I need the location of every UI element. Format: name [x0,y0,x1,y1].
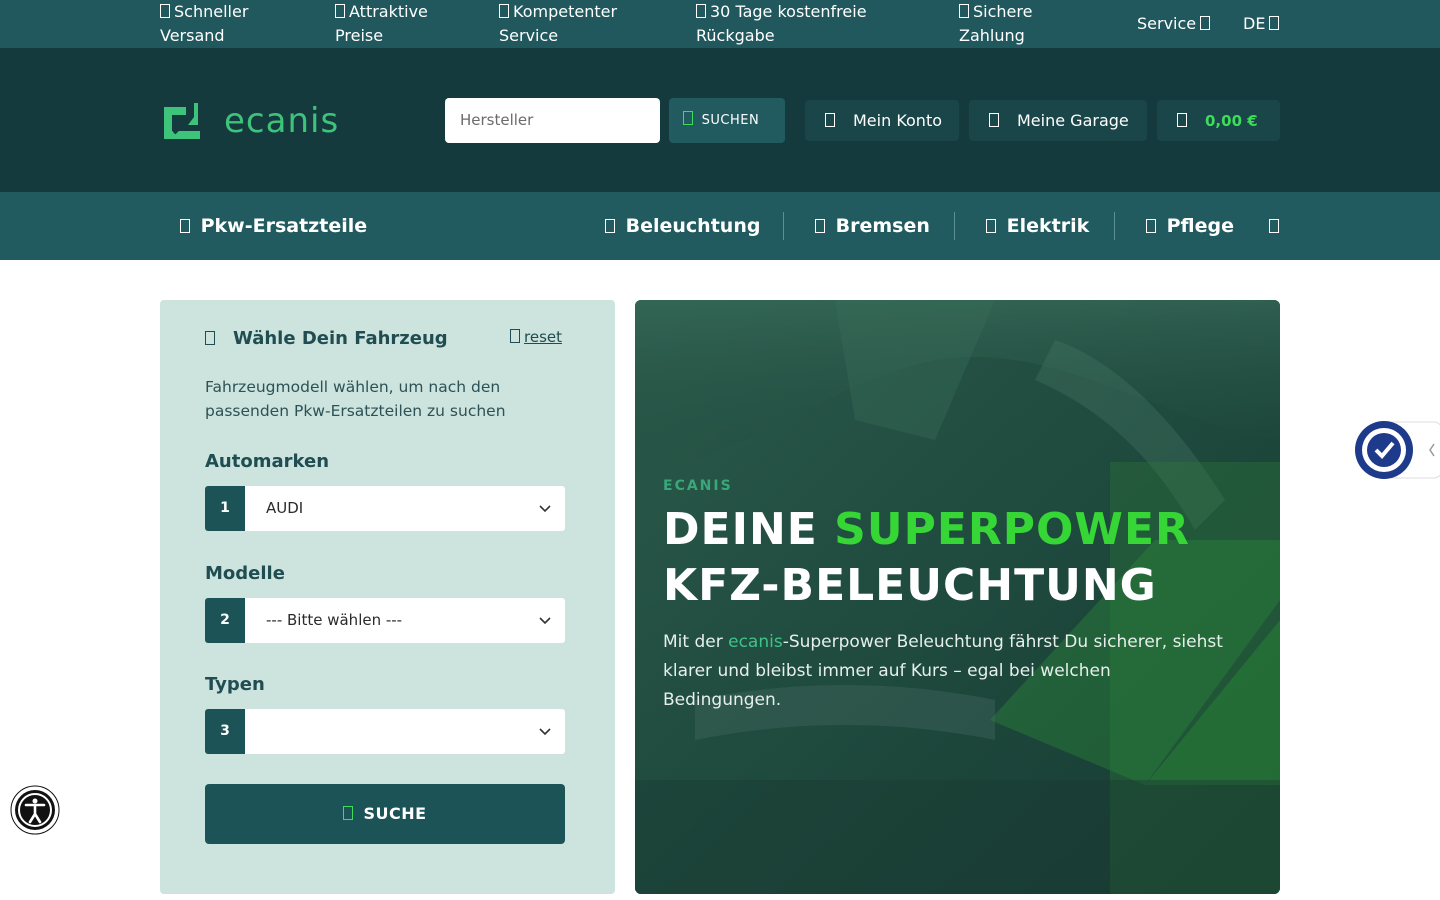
chevron-right-icon [1269,219,1279,233]
logo[interactable]: ecanis [160,101,370,141]
vehicle-selector-title: Wähle Dein Fahrzeug [205,326,448,352]
nav-divider [1114,212,1115,240]
hero-eyebrow: ECANIS [663,478,733,494]
hero-headline-accent: SUPERPOWER [834,504,1190,555]
search-button[interactable]: SUCHEN [669,98,785,143]
account-button[interactable]: Mein Konto [805,100,959,141]
step-number: 1 [205,486,245,531]
type-select[interactable]: 3 [205,709,565,754]
chevron-down-icon [1200,16,1211,30]
field-label-typen: Typen [205,674,265,695]
reset-link[interactable]: reset [510,326,562,348]
logo-wordmark: ecanis [224,101,340,141]
nav-item-bremsen[interactable]: Bremsen [815,192,930,260]
battery-icon [986,219,996,233]
cart-button[interactable]: 0,00 € [1157,100,1280,141]
brand-select[interactable]: 1 AUDI [205,486,565,531]
nav-item-elektrik[interactable]: Elektrik [986,192,1089,260]
car-icon [989,113,999,127]
step-number: 2 [205,598,245,643]
field-label-automarken: Automarken [205,451,330,472]
return-icon [696,4,706,18]
model-select[interactable]: 2 --- Bitte wählen --- [205,598,565,643]
vehicle-search-button[interactable]: SUCHE [205,784,565,844]
chevron-down-icon [539,617,551,625]
garage-button[interactable]: Meine Garage [969,100,1147,141]
search-input[interactable]: Hersteller [445,98,660,143]
search-icon [683,111,693,125]
headset-icon [499,4,509,18]
reset-icon [510,329,520,343]
tag-icon [335,4,345,18]
car-icon [205,331,215,345]
cart-icon [1177,113,1187,127]
menu-icon [180,219,190,233]
search-icon [343,806,354,820]
model-select-value: --- Bitte wählen --- [266,611,403,629]
usp-item: Sichere Zahlung [959,2,1033,45]
category-nav: Pkw-Ersatzteile Beleuchtung Bremsen Elek… [0,192,1440,260]
lock-icon [959,4,969,18]
accessibility-button[interactable] [10,785,60,835]
usp-item: Schneller Versand [160,2,249,45]
nav-divider [954,212,955,240]
authorized-partner-badge[interactable] [1352,420,1440,480]
logo-mark-icon [164,103,200,139]
nav-next-arrow[interactable] [1269,192,1283,260]
nav-item-pflege[interactable]: Pflege [1146,192,1234,260]
nav-item-pkw-ersatzteile[interactable]: Pkw-Ersatzteile [180,192,367,260]
cart-total: 0,00 € [1205,112,1258,130]
vehicle-selector: Wähle Dein Fahrzeug reset Fahrzeugmodell… [160,300,615,894]
hero-body-text: Mit der ecanis-Superpower Beleuchtung fä… [663,632,1223,710]
step-number: 3 [205,709,245,754]
bulb-icon [605,219,615,233]
chevron-down-icon [539,728,551,736]
usp-item: Attraktive Preise [335,2,428,45]
truck-icon [160,4,170,18]
field-label-modelle: Modelle [205,563,285,584]
hero-brand-mention: ecanis [728,632,783,652]
chevron-down-icon [539,505,551,513]
spray-icon [1146,219,1156,233]
hero-banner[interactable]: ECANIS DEINE SUPERPOWER KFZ-BELEUCHTUNG … [635,300,1280,894]
badge-shield-icon [1355,421,1440,479]
site-header: ecanis Hersteller SUCHEN Mein Konto Mein… [0,48,1440,192]
usp-item: Kompetenter Service [499,2,618,45]
usp-item: 30 Tage kostenfreie Rückgabe [696,2,867,45]
vehicle-selector-description: Fahrzeugmodell wählen, um nach den passe… [205,378,506,420]
user-icon [825,113,835,127]
brake-icon [815,219,825,233]
service-menu[interactable]: Service [1137,12,1211,36]
nav-divider [783,212,784,240]
chevron-down-icon [1269,16,1280,30]
nav-item-beleuchtung[interactable]: Beleuchtung [605,192,760,260]
hero-headline: DEINE SUPERPOWER KFZ-BELEUCHTUNG [663,504,1190,611]
brand-select-value: AUDI [266,499,304,517]
usp-bar: Schneller Versand Attraktive Preise Komp… [0,0,1440,48]
language-selector[interactable]: DE [1243,12,1280,36]
accessibility-icon [10,785,60,835]
